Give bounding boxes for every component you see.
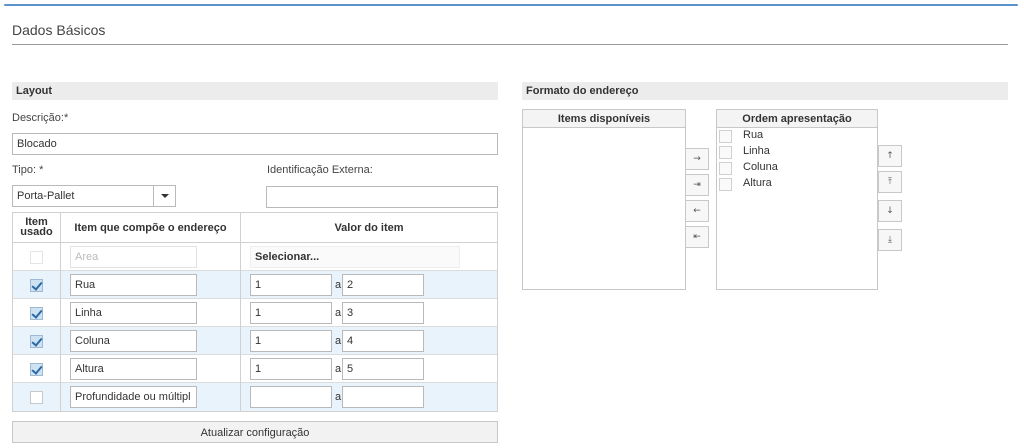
section-divider xyxy=(12,44,1008,45)
top-accent-bar xyxy=(4,4,1018,6)
descricao-label: Descrição:* xyxy=(12,112,69,124)
range-separator: a xyxy=(335,335,342,347)
range-separator: a xyxy=(335,307,342,319)
page: Dados Básicos Layout Descrição:* Blocado… xyxy=(0,0,1024,448)
valor-select[interactable]: Selecionar... xyxy=(250,246,460,268)
available-items-list[interactable]: Items disponíveis xyxy=(522,109,686,290)
list-item-checkbox[interactable] xyxy=(719,130,732,143)
range-separator: a xyxy=(335,279,342,291)
col-item: Item que compõe o endereço xyxy=(61,213,241,243)
table-row: Coluna 1 a 4 xyxy=(13,327,497,355)
move-top-icon[interactable]: ⤒ xyxy=(878,171,902,193)
list-item-label: Rua xyxy=(743,129,764,141)
row-checkbox[interactable] xyxy=(30,363,43,376)
list-item-checkbox[interactable] xyxy=(719,178,732,191)
valor-to-input[interactable]: 3 xyxy=(342,302,424,324)
move-down-icon[interactable]: ↓ xyxy=(878,200,902,222)
list-item-label: Linha xyxy=(743,145,770,157)
list-item-label: Altura xyxy=(743,177,772,189)
update-config-button[interactable]: Atualizar configuração xyxy=(12,421,498,443)
list-item-checkbox[interactable] xyxy=(719,162,732,175)
move-up-icon[interactable]: ↑ xyxy=(878,145,902,167)
list-item[interactable]: Linha xyxy=(717,144,877,160)
item-name-input[interactable]: Area xyxy=(70,246,197,268)
range-separator: a xyxy=(335,363,342,375)
row-checkbox[interactable] xyxy=(30,335,43,348)
row-checkbox[interactable] xyxy=(30,279,43,292)
range-separator: a xyxy=(335,391,342,403)
address-items-table: Item usado Item que compõe o endereço Va… xyxy=(12,212,498,412)
item-name-input[interactable]: Rua xyxy=(70,274,197,296)
table-row: Profundidade ou múltipl a xyxy=(13,383,497,411)
layout-header: Layout xyxy=(12,82,498,100)
valor-to-input[interactable]: 4 xyxy=(342,330,424,352)
row-checkbox[interactable] xyxy=(30,251,43,264)
list-item[interactable]: Rua xyxy=(717,128,877,144)
row-checkbox[interactable] xyxy=(30,391,43,404)
valor-from-input[interactable]: 1 xyxy=(250,330,332,352)
list-item[interactable]: Coluna xyxy=(717,160,877,176)
valor-from-input[interactable] xyxy=(250,386,332,408)
valor-from-input[interactable]: 1 xyxy=(250,274,332,296)
item-name-input[interactable]: Linha xyxy=(70,302,197,324)
item-name-input[interactable]: Coluna xyxy=(70,330,197,352)
tipo-label: Tipo: * xyxy=(12,164,44,176)
section-title: Dados Básicos xyxy=(12,22,106,38)
list-item-checkbox[interactable] xyxy=(719,146,732,159)
table-header: Item usado Item que compõe o endereço Va… xyxy=(13,213,497,243)
table-row: Altura 1 a 5 xyxy=(13,355,497,383)
descricao-input[interactable]: Blocado xyxy=(12,133,498,155)
move-bottom-icon[interactable]: ⤓ xyxy=(878,229,902,251)
move-all-right-icon[interactable]: ⇥ xyxy=(685,174,709,196)
order-header: Ordem apresentação xyxy=(717,110,877,128)
tipo-select[interactable]: Porta-Pallet xyxy=(12,185,176,207)
chevron-down-icon[interactable] xyxy=(153,186,175,206)
table-row: Rua 1 a 2 xyxy=(13,271,497,299)
move-left-icon[interactable]: ← xyxy=(685,200,709,222)
identificacao-label: Identificação Externa: xyxy=(267,164,373,176)
move-right-icon[interactable]: → xyxy=(685,148,709,170)
formato-header: Formato do endereço xyxy=(522,82,1008,100)
move-all-left-icon[interactable]: ⇤ xyxy=(685,226,709,248)
identificacao-input[interactable] xyxy=(266,186,498,208)
table-row: Linha 1 a 3 xyxy=(13,299,497,327)
available-items-header: Items disponíveis xyxy=(523,110,685,128)
tipo-select-value: Porta-Pallet xyxy=(17,190,75,202)
row-checkbox[interactable] xyxy=(30,307,43,320)
valor-from-input[interactable]: 1 xyxy=(250,302,332,324)
item-name-input[interactable]: Profundidade ou múltipl xyxy=(70,386,197,408)
valor-to-input[interactable]: 5 xyxy=(342,358,424,380)
list-item-label: Coluna xyxy=(743,161,778,173)
list-item[interactable]: Altura xyxy=(717,176,877,192)
valor-to-input[interactable]: 2 xyxy=(342,274,424,296)
table-row: Area Selecionar... xyxy=(13,243,497,271)
valor-to-input[interactable] xyxy=(342,386,424,408)
item-name-input[interactable]: Altura xyxy=(70,358,197,380)
valor-from-input[interactable]: 1 xyxy=(250,358,332,380)
col-item-usado: Item usado xyxy=(13,213,61,243)
order-list[interactable]: Ordem apresentação Rua Linha Coluna Altu… xyxy=(716,109,878,290)
col-valor: Valor do item xyxy=(334,222,404,234)
